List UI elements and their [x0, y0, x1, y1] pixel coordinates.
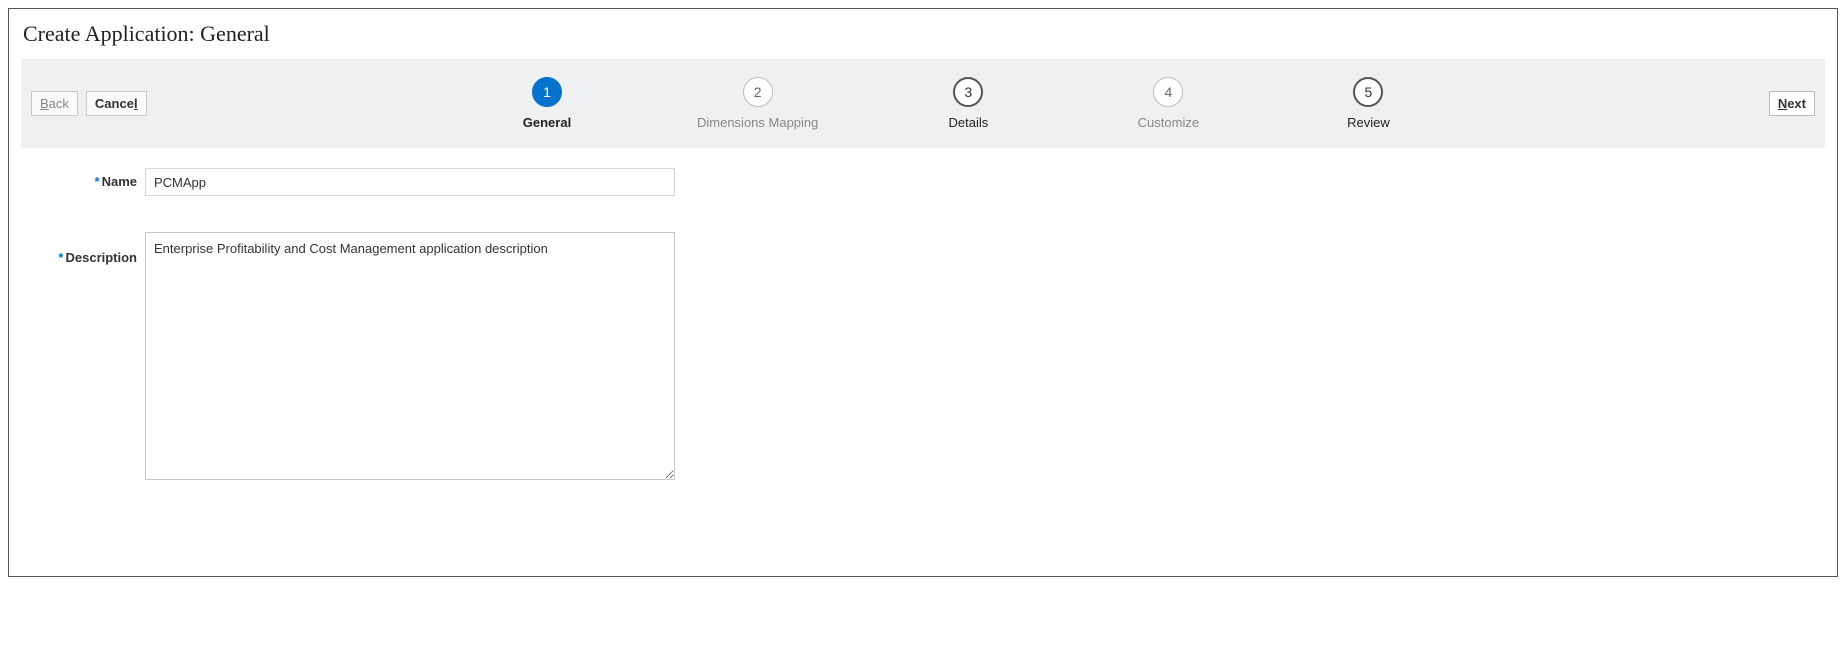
form-row-name: *Name [31, 168, 1815, 196]
required-marker: * [58, 250, 63, 265]
step-customize[interactable]: 4 Customize [1118, 77, 1218, 130]
wizard-steps: 1 General 2 Dimensions Mapping 3 Details… [147, 77, 1769, 130]
step-circle: 5 [1353, 77, 1383, 107]
next-button[interactable]: Next [1769, 91, 1815, 116]
step-details[interactable]: 3 Details [918, 77, 1018, 130]
description-label: Description [65, 250, 137, 265]
name-label: Name [102, 174, 137, 189]
step-circle: 4 [1153, 77, 1183, 107]
wizard-nav-left: Back Cancel [31, 91, 147, 116]
form-row-description: *Description [31, 232, 1815, 480]
form-area: *Name *Description [21, 148, 1825, 536]
step-label: Details [949, 115, 989, 130]
step-general[interactable]: 1 General [497, 77, 597, 130]
description-textarea[interactable] [145, 232, 675, 480]
page-title: Create Application: General [23, 21, 1825, 47]
step-dimensions-mapping[interactable]: 2 Dimensions Mapping [697, 77, 818, 130]
step-label: Dimensions Mapping [697, 115, 818, 130]
wizard-nav-right: Next [1769, 91, 1815, 116]
step-circle: 1 [532, 77, 562, 107]
step-circle: 2 [743, 77, 773, 107]
name-input[interactable] [145, 168, 675, 196]
name-label-cell: *Name [31, 168, 145, 189]
step-label: Review [1347, 115, 1390, 130]
back-button[interactable]: Back [31, 91, 78, 116]
description-label-cell: *Description [31, 232, 145, 265]
page-container: Create Application: General Back Cancel … [8, 8, 1838, 577]
required-marker: * [95, 174, 100, 189]
step-review[interactable]: 5 Review [1318, 77, 1418, 130]
cancel-button[interactable]: Cancel [86, 91, 147, 116]
step-circle: 3 [953, 77, 983, 107]
step-label: General [523, 115, 571, 130]
step-label: Customize [1138, 115, 1199, 130]
wizard-bar: Back Cancel 1 General 2 Dimensions Mappi… [21, 59, 1825, 148]
